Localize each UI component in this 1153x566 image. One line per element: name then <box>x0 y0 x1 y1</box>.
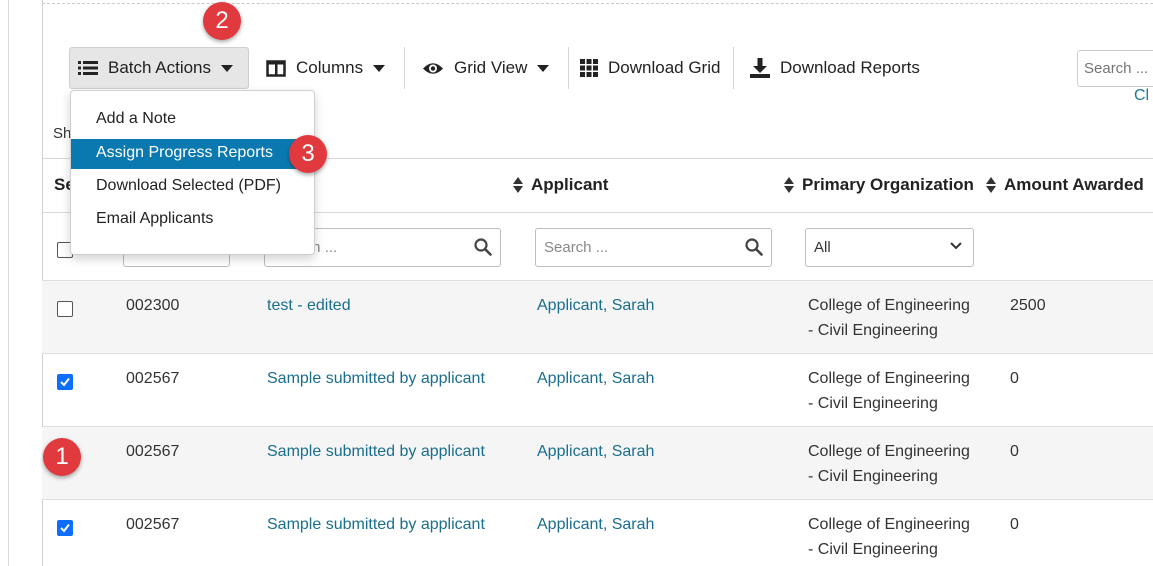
row-org-line2: - Civil Engineering <box>808 395 938 412</box>
row-org-line1: College of Engineering <box>808 297 970 314</box>
header-primary-org-label: Primary Organization <box>802 175 974 194</box>
row-org-line1: College of Engineering <box>808 370 970 387</box>
row-checkbox[interactable] <box>57 520 73 536</box>
eye-icon <box>423 62 443 74</box>
row-id: 002300 <box>126 297 180 314</box>
row-org-line1: College of Engineering <box>808 516 970 533</box>
table-row[interactable]: 002300 test - edited Applicant, Sarah Co… <box>42 280 1153 353</box>
download-reports-label: Download Reports <box>780 58 920 77</box>
caret-down-icon <box>537 64 550 72</box>
header-applicant-label: Applicant <box>531 175 609 194</box>
list-icon <box>78 61 98 75</box>
clear-link[interactable]: Cl <box>1134 87 1149 105</box>
download-reports-button[interactable]: Download Reports <box>750 47 920 89</box>
showing-text: Sh <box>53 125 72 142</box>
org-filter-select[interactable]: All <box>805 228 974 267</box>
row-applicant-link[interactable]: Applicant, Sarah <box>537 293 654 319</box>
divider <box>42 3 1153 4</box>
search-icon <box>474 238 492 256</box>
table-row[interactable]: 002567 Sample submitted by applicant App… <box>42 353 1153 426</box>
columns-button[interactable]: Columns <box>266 47 386 89</box>
row-title-link[interactable]: Sample submitted by applicant <box>267 439 485 465</box>
grid-view-label: Grid View <box>454 58 528 77</box>
chevron-down-icon <box>950 242 962 250</box>
applicant-filter-placeholder: Search ... <box>544 239 609 256</box>
caret-down-icon <box>221 64 234 72</box>
table-row[interactable]: 002567 Sample submitted by applicant App… <box>42 426 1153 499</box>
batch-actions-menu: Add a Note Assign Progress Reports Downl… <box>70 90 316 255</box>
menu-item-download-selected[interactable]: Download Selected (PDF) <box>71 172 316 202</box>
columns-label: Columns <box>296 58 364 77</box>
toolbar-separator <box>568 47 569 89</box>
header-amount-label: Amount Awarded <box>1004 175 1144 194</box>
sort-icon <box>513 177 523 193</box>
callout-badge-3: 3 <box>289 135 327 173</box>
grid-search-input[interactable] <box>1077 50 1153 87</box>
grid-icon <box>580 59 598 77</box>
row-checkbox[interactable] <box>57 374 73 390</box>
row-applicant-link[interactable]: Applicant, Sarah <box>537 512 654 538</box>
header-primary-org[interactable]: Primary Organization <box>784 175 974 195</box>
row-amount: 0 <box>1010 516 1019 533</box>
download-grid-button[interactable]: Download Grid <box>580 47 720 89</box>
row-org-line2: - Civil Engineering <box>808 322 938 339</box>
batch-actions-label: Batch Actions <box>108 58 212 77</box>
sort-icon <box>986 177 996 193</box>
row-id: 002567 <box>126 370 180 387</box>
check-icon <box>60 523 70 533</box>
row-title-link[interactable]: Sample submitted by applicant <box>267 366 485 392</box>
row-org-line2: - Civil Engineering <box>808 468 938 485</box>
toolbar-separator <box>733 47 734 89</box>
applicant-filter-input[interactable]: Search ... <box>535 228 772 267</box>
grid-view-button[interactable]: Grid View <box>422 47 550 89</box>
sort-icon <box>784 177 794 193</box>
header-amount[interactable]: Amount Awarded <box>986 175 1144 195</box>
check-icon <box>60 377 70 387</box>
table-row[interactable]: 002567 Sample submitted by applicant App… <box>42 499 1153 566</box>
row-amount: 0 <box>1010 443 1019 460</box>
row-org-line2: - Civil Engineering <box>808 541 938 558</box>
row-amount: 2500 <box>1010 297 1046 314</box>
page: Batch Actions Columns Grid View Download… <box>0 0 1153 566</box>
menu-item-email-applicants[interactable]: Email Applicants <box>71 205 316 235</box>
download-icon <box>750 58 770 78</box>
row-org-line1: College of Engineering <box>808 443 970 460</box>
left-rail <box>8 0 9 566</box>
batch-actions-button[interactable]: Batch Actions <box>69 47 249 89</box>
toolbar-separator <box>404 47 405 89</box>
download-grid-label: Download Grid <box>608 58 721 77</box>
org-filter-value: All <box>814 239 831 256</box>
row-title-link[interactable]: Sample submitted by applicant <box>267 512 485 538</box>
callout-badge-2: 2 <box>203 2 241 40</box>
header-applicant[interactable]: Applicant <box>513 175 608 195</box>
menu-item-assign-progress-reports[interactable]: Assign Progress Reports <box>71 139 316 169</box>
row-id: 002567 <box>126 443 180 460</box>
row-applicant-link[interactable]: Applicant, Sarah <box>537 366 654 392</box>
row-applicant-link[interactable]: Applicant, Sarah <box>537 439 654 465</box>
search-icon <box>745 238 763 256</box>
row-amount: 0 <box>1010 370 1019 387</box>
caret-down-icon <box>373 64 386 72</box>
columns-icon <box>266 59 286 77</box>
row-checkbox[interactable] <box>57 301 73 317</box>
row-id: 002567 <box>126 516 180 533</box>
callout-badge-1: 1 <box>43 438 81 476</box>
menu-item-add-note[interactable]: Add a Note <box>71 105 316 135</box>
row-title-link[interactable]: test - edited <box>267 293 351 319</box>
